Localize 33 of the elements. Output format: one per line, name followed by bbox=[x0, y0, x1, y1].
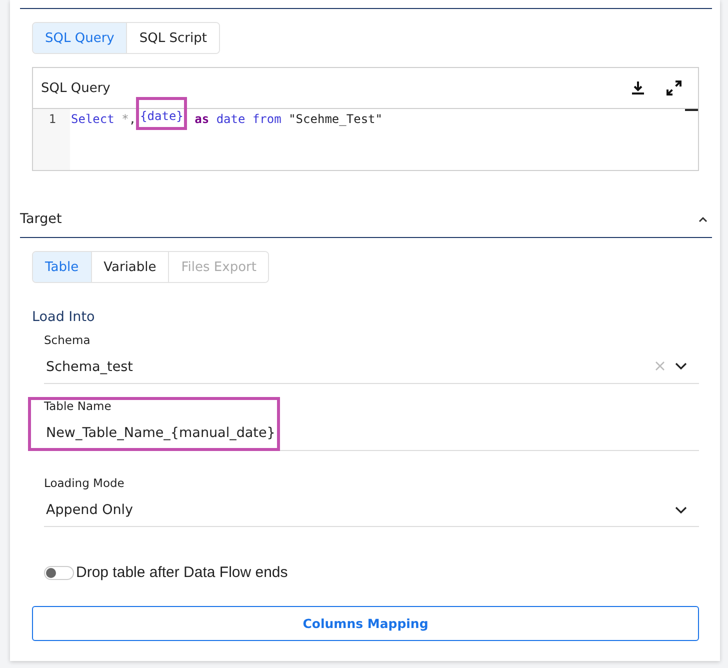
field-value: Append Only bbox=[45, 502, 134, 518]
expand-icon[interactable] bbox=[666, 80, 682, 96]
chevron-up-icon[interactable] bbox=[698, 216, 708, 222]
columns-mapping-button[interactable]: Columns Mapping bbox=[32, 606, 699, 641]
tab[interactable]: Table bbox=[33, 252, 91, 282]
sql-keyword: Select bbox=[71, 111, 114, 127]
field-label: Table Name bbox=[44, 399, 112, 415]
chevron-down-icon[interactable] bbox=[675, 506, 687, 514]
field-value: Schema_test bbox=[45, 359, 133, 375]
sql-keyword: date bbox=[215, 111, 246, 127]
editor-title: SQL Query bbox=[41, 80, 110, 96]
section-title: Target bbox=[20, 211, 62, 227]
select-field[interactable]: Loading Mode Append Only bbox=[28, 476, 699, 527]
field-label: Loading Mode bbox=[44, 476, 126, 492]
scrollbar-thumb bbox=[685, 109, 698, 111]
sql-operator: * bbox=[120, 111, 129, 127]
subsection-title: Load Into bbox=[32, 309, 95, 325]
toggle-switch[interactable] bbox=[44, 566, 74, 580]
sql-variable: {date} bbox=[140, 109, 184, 123]
field-label: Schema bbox=[44, 333, 92, 349]
tab[interactable]: SQL Query bbox=[33, 23, 126, 53]
line-number: 1 bbox=[48, 111, 56, 127]
tab[interactable]: SQL Script bbox=[126, 23, 219, 53]
select-field[interactable]: Schema Schema_test bbox=[28, 333, 699, 384]
sql-keyword: as bbox=[194, 111, 210, 127]
chevron-down-icon[interactable] bbox=[675, 362, 687, 370]
sql-string: "Scehme_Test" bbox=[288, 111, 382, 127]
field-value: New_Table_Name_{manual_date} bbox=[45, 425, 276, 441]
input-field[interactable]: Table Name New_Table_Name_{manual_date} bbox=[28, 397, 699, 451]
download-icon[interactable] bbox=[630, 80, 646, 96]
sql-punctuation: , bbox=[128, 111, 136, 127]
toggle-label: Drop table after Data Flow ends bbox=[76, 564, 288, 581]
sql-keyword: from bbox=[251, 111, 282, 127]
